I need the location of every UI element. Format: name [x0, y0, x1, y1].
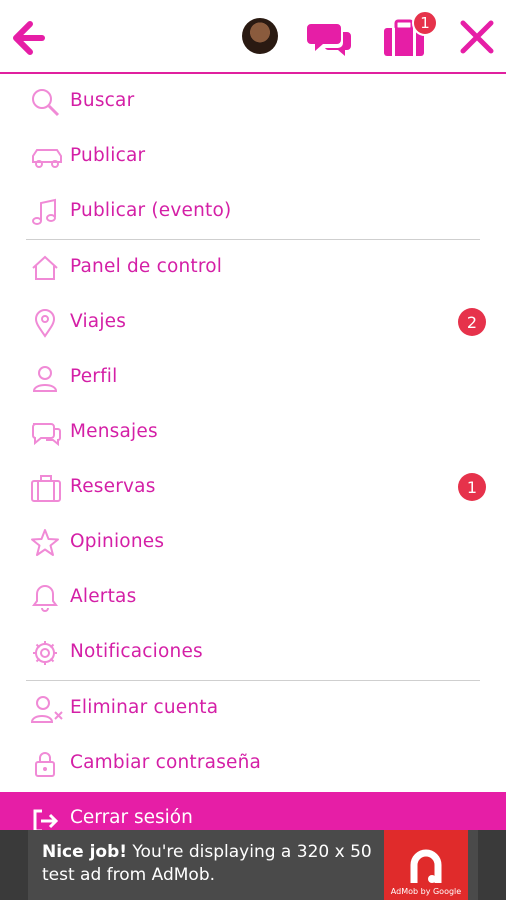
- ad-margin-right: [478, 830, 506, 900]
- menu-item-label: Reservas: [70, 476, 156, 497]
- menu-item-opiniones[interactable]: Opiniones: [0, 515, 506, 570]
- menu-item-publicar[interactable]: Publicar: [0, 129, 506, 184]
- menu-item-panel-de-control[interactable]: Panel de control: [0, 240, 506, 295]
- ad-brand: AdMob by Google: [390, 887, 462, 896]
- menu-item-label: Mensajes: [70, 421, 158, 442]
- ad-bold: Nice job!: [42, 842, 128, 862]
- user-icon: [30, 363, 60, 393]
- menu-item-eliminar-cuenta[interactable]: Eliminar cuenta: [0, 681, 506, 736]
- gear-icon: [30, 638, 60, 668]
- suitcase-icon[interactable]: 1: [380, 10, 438, 60]
- home-icon: [30, 253, 60, 283]
- suitcase-badge: 1: [412, 10, 438, 36]
- menu-item-viajes[interactable]: Viajes 2: [0, 295, 506, 350]
- menu-item-publicar-evento[interactable]: Publicar (evento): [0, 184, 506, 239]
- nav-menu: Buscar Publicar Publicar (evento) Panel …: [0, 74, 506, 791]
- menu-item-label: Opiniones: [70, 531, 165, 552]
- star-icon: [30, 528, 60, 558]
- reservas-count-badge: 1: [458, 473, 486, 501]
- chat-icon[interactable]: [306, 16, 354, 60]
- menu-item-label: Notificaciones: [70, 641, 203, 662]
- ad-margin-left: [0, 830, 28, 900]
- menu-item-label: Eliminar cuenta: [70, 697, 219, 718]
- bell-icon: [30, 583, 60, 613]
- menu-item-label: Cambiar contraseña: [70, 752, 262, 773]
- menu-item-label: Viajes: [70, 311, 127, 332]
- menu-item-cambiar-contrasena[interactable]: Cambiar contraseña: [0, 736, 506, 791]
- ad-text: Nice job! You're displaying a 320 x 50 t…: [42, 841, 372, 887]
- menu-item-perfil[interactable]: Perfil: [0, 350, 506, 405]
- menu-item-label: Perfil: [70, 366, 118, 387]
- back-arrow-icon[interactable]: [6, 16, 50, 60]
- menu-item-label: Alertas: [70, 586, 137, 607]
- menu-item-mensajes[interactable]: Mensajes: [0, 405, 506, 460]
- music-icon: [30, 197, 60, 227]
- menu-item-buscar[interactable]: Buscar: [0, 74, 506, 129]
- menu-item-label: Buscar: [70, 90, 135, 111]
- avatar[interactable]: [242, 18, 278, 54]
- menu-item-label: Publicar (evento): [70, 200, 232, 221]
- suitcase-icon: [30, 473, 61, 503]
- menu-item-alertas[interactable]: Alertas: [0, 570, 506, 625]
- viajes-count-badge: 2: [458, 308, 486, 336]
- admob-logo: AdMob by Google: [384, 830, 468, 900]
- location-pin-icon: [30, 308, 60, 338]
- menu-item-notificaciones[interactable]: Notificaciones: [0, 625, 506, 680]
- search-icon: [30, 87, 60, 117]
- top-app-bar: 1: [0, 0, 506, 74]
- ad-banner[interactable]: Nice job! You're displaying a 320 x 50 t…: [28, 830, 478, 900]
- logout-label: Cerrar sesión: [70, 807, 193, 828]
- close-icon[interactable]: [456, 16, 498, 58]
- lock-icon: [30, 749, 60, 779]
- menu-item-label: Publicar: [70, 145, 146, 166]
- menu-item-reservas[interactable]: Reservas 1: [0, 460, 506, 515]
- chat-bubbles-icon: [30, 418, 61, 448]
- menu-item-label: Panel de control: [70, 256, 223, 277]
- remove-user-icon: [30, 694, 63, 724]
- car-icon: [30, 142, 62, 172]
